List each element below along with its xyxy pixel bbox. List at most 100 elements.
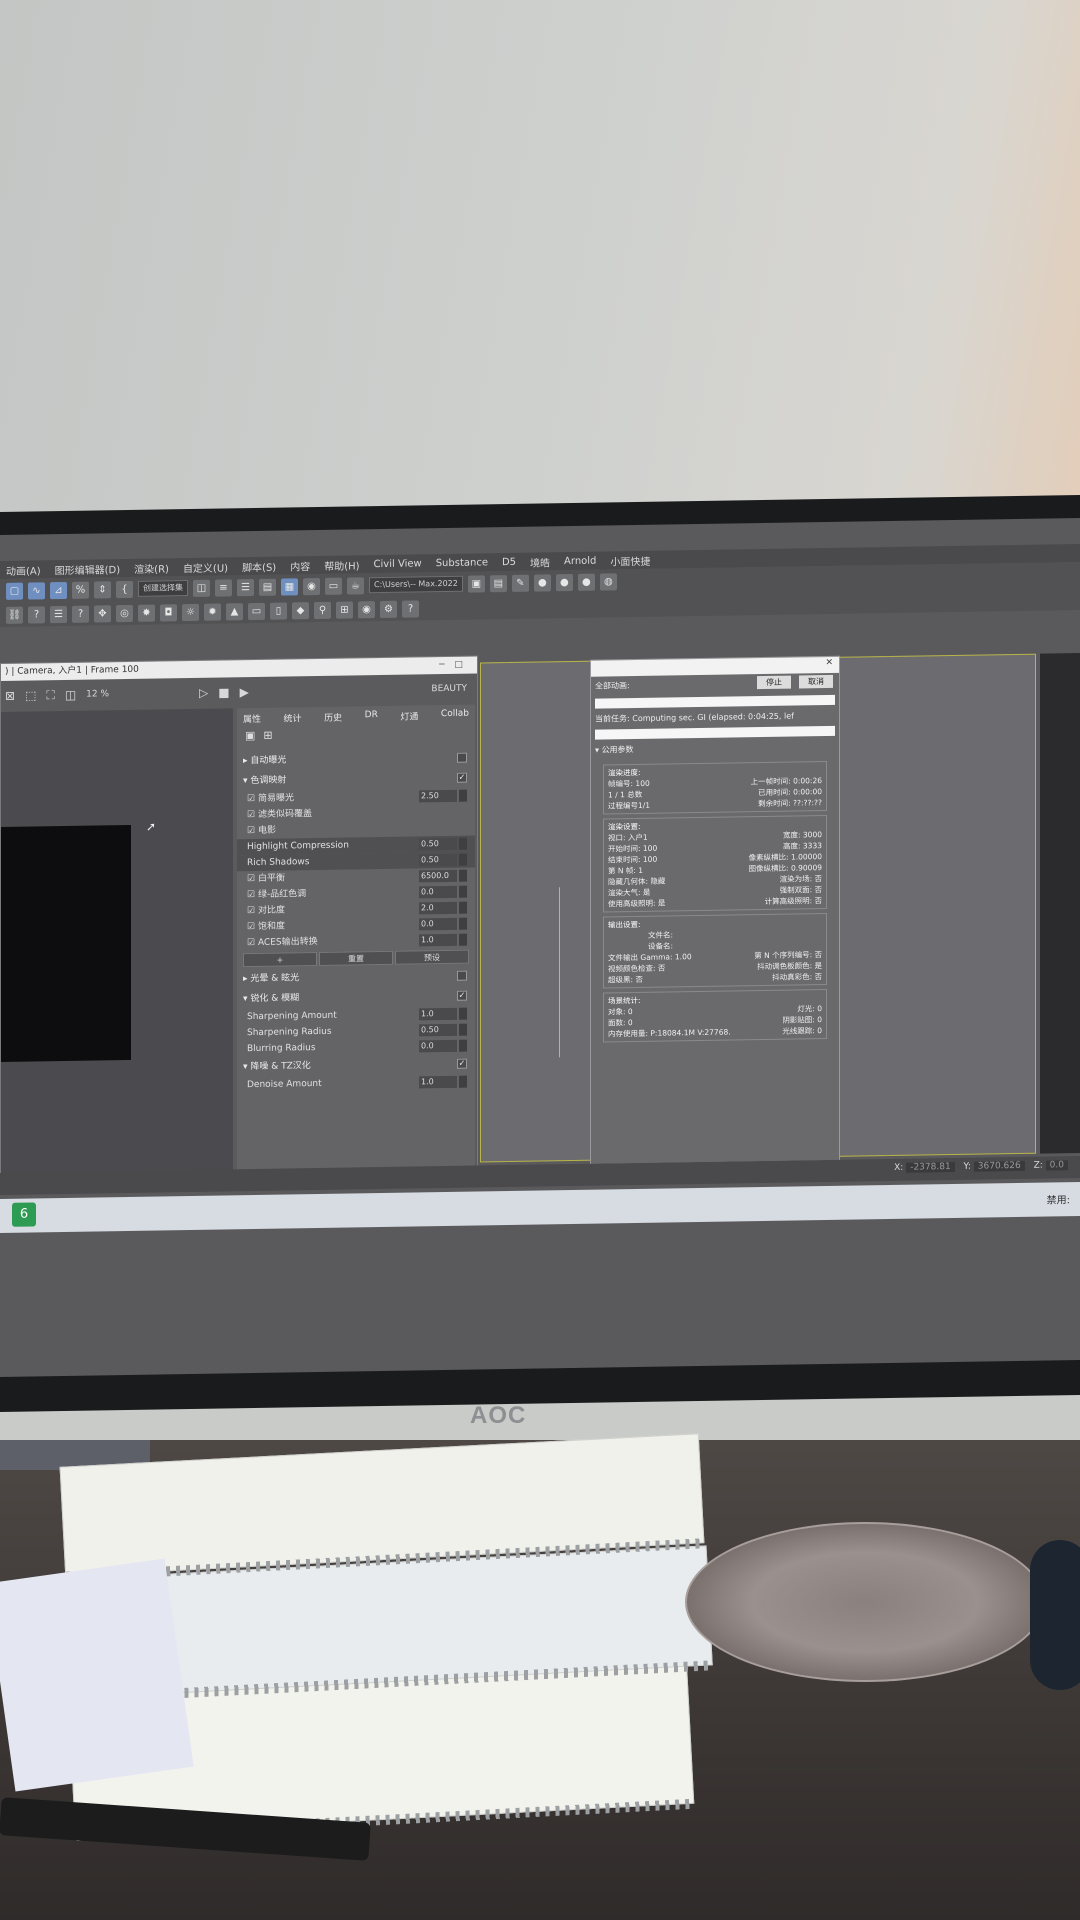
checkbox[interactable] [457, 970, 467, 981]
tab-collab[interactable]: Collab [441, 709, 469, 722]
spinner[interactable] [459, 1075, 467, 1088]
tab-dr[interactable]: DR [365, 710, 378, 723]
folder-icon[interactable]: ▣ [467, 574, 485, 593]
value-field[interactable]: 1.0 [419, 1007, 457, 1021]
add-layer-icon[interactable]: ⊞ [263, 729, 280, 742]
list-icon[interactable]: ☰ [50, 605, 67, 623]
common-params-header[interactable]: ▾ 公用参数 [591, 736, 839, 761]
help-icon[interactable]: ? [402, 599, 419, 618]
render-frame-icon[interactable]: ▭ [325, 577, 342, 595]
percent-snap-icon[interactable]: % [72, 581, 89, 599]
spinner[interactable] [459, 901, 467, 914]
add-button[interactable]: + [243, 952, 317, 968]
menu-item[interactable]: 帮助(H) [324, 557, 359, 573]
select-tool-icon[interactable]: ▢ [6, 582, 23, 600]
channel-dropdown[interactable]: BEAUTY [431, 684, 467, 695]
pin-icon[interactable]: ⚲ [314, 601, 331, 619]
light-icon[interactable]: ✸ [138, 604, 155, 622]
spinner[interactable] [459, 917, 467, 930]
sphere-icon[interactable]: ● [555, 573, 573, 591]
tab-properties[interactable]: 属性 [243, 712, 261, 725]
spinner[interactable] [459, 885, 467, 898]
scene-explorer-icon[interactable]: ▤ [259, 578, 276, 596]
menu-item[interactable]: 动画(A) [6, 562, 41, 578]
tab-history[interactable]: 历史 [324, 711, 342, 724]
spinner-snap-icon[interactable]: ⇕ [94, 580, 111, 599]
menu-item[interactable]: 渲染(R) [134, 560, 169, 576]
stop-icon[interactable]: ■ [218, 685, 229, 699]
reset-button[interactable]: 重置 [319, 950, 393, 966]
menu-item[interactable]: Substance [436, 557, 488, 569]
cancel-button[interactable]: 取消 [799, 674, 833, 689]
stop-button[interactable]: 停止 [757, 675, 791, 690]
eye-icon[interactable]: ◉ [358, 600, 375, 618]
spinner[interactable] [459, 789, 467, 802]
value-field[interactable]: 0.0 [419, 885, 457, 899]
globe-icon[interactable]: ◍ [599, 572, 617, 591]
camera-icon[interactable]: ◘ [160, 603, 177, 621]
move-icon[interactable]: ✥ [94, 604, 111, 623]
denoise-row[interactable]: Denoise Amount 1.0 [237, 1074, 475, 1094]
value-field[interactable]: 0.50 [419, 1023, 457, 1037]
menu-item[interactable]: 图形编辑器(D) [55, 561, 121, 577]
value-field[interactable]: 0.0 [419, 917, 457, 931]
target-icon[interactable]: ◎ [116, 604, 133, 622]
document-icon[interactable]: ▯ [270, 601, 287, 620]
value-field[interactable]: 2.0 [419, 901, 457, 915]
sphere-icon[interactable]: ● [533, 573, 551, 592]
render-setup-icon[interactable]: ▦ [281, 577, 298, 596]
layer-icon[interactable]: ☰ [237, 578, 254, 596]
edit-named-selection-icon[interactable]: { [116, 580, 133, 598]
help-icon[interactable]: ? [28, 605, 45, 624]
curve-editor-icon[interactable]: ∿ [28, 581, 45, 600]
close-icon[interactable]: ✕ [825, 658, 833, 668]
clear-icon[interactable]: ⊠ [5, 689, 15, 703]
app-icon[interactable]: 6 [12, 1202, 36, 1227]
value-field[interactable]: 1.0 [419, 933, 457, 947]
spinner[interactable] [459, 1023, 467, 1036]
preset-button[interactable]: 预设 [395, 949, 469, 965]
menu-item[interactable]: 小面快捷 [610, 552, 650, 568]
value-field[interactable]: 0.50 [419, 853, 457, 867]
save-icon[interactable]: ▣ [245, 729, 263, 742]
tab-lights[interactable]: 灯通 [400, 709, 418, 722]
menu-item[interactable]: Civil View [374, 558, 422, 570]
z-field[interactable]: 0.0 [1045, 1160, 1068, 1171]
y-field[interactable]: 3670.626 [973, 1160, 1025, 1172]
cube-icon[interactable]: ◆ [292, 601, 309, 619]
mirror-icon[interactable]: ◫ [193, 579, 210, 597]
window-controls[interactable]: ─□ [439, 657, 473, 675]
save-icon[interactable]: ▤ [489, 574, 507, 592]
play-icon[interactable]: ▷ [199, 686, 208, 700]
menu-item[interactable]: 内容 [290, 558, 310, 573]
spinner[interactable] [459, 933, 467, 946]
bulb-icon[interactable]: ☼ [182, 603, 199, 621]
align-icon[interactable]: ≡ [215, 578, 232, 597]
spinner[interactable] [459, 1007, 467, 1020]
checkbox[interactable]: ✓ [457, 1058, 467, 1069]
grid-icon[interactable]: ⊞ [336, 600, 353, 619]
settings-icon[interactable]: ⚙ [380, 600, 397, 618]
checkbox[interactable]: ✓ [457, 772, 467, 783]
wand-icon[interactable]: ✎ [511, 574, 529, 592]
material-editor-icon[interactable]: ◉ [303, 577, 320, 595]
value-field[interactable]: 2.50 [419, 789, 457, 803]
frame-icon[interactable]: ▭ [248, 602, 265, 620]
graph-icon[interactable]: ⊿ [50, 581, 67, 599]
spinner[interactable] [459, 853, 467, 866]
zoom-level[interactable]: 12 % [86, 689, 109, 699]
path-dropdown[interactable]: C:\Users\-- Max.2022 [369, 575, 463, 594]
menu-item[interactable]: 自定义(U) [183, 559, 228, 575]
help-icon[interactable]: ? [72, 605, 89, 623]
fit-icon[interactable]: ⛶ [46, 688, 54, 703]
x-field[interactable]: -2378.81 [906, 1162, 955, 1173]
menu-item[interactable]: D5 [502, 556, 516, 567]
spinner[interactable] [459, 869, 467, 882]
link-icon[interactable]: ⛓ [6, 606, 23, 624]
value-field[interactable]: 6500.0 [419, 869, 457, 883]
spinner[interactable] [459, 1039, 467, 1052]
cone-icon[interactable]: ▲ [226, 602, 243, 620]
render-icon[interactable]: ▶ [240, 685, 249, 699]
checkbox[interactable] [457, 752, 467, 763]
selection-set-dropdown[interactable]: 创建选择集 [138, 580, 188, 597]
